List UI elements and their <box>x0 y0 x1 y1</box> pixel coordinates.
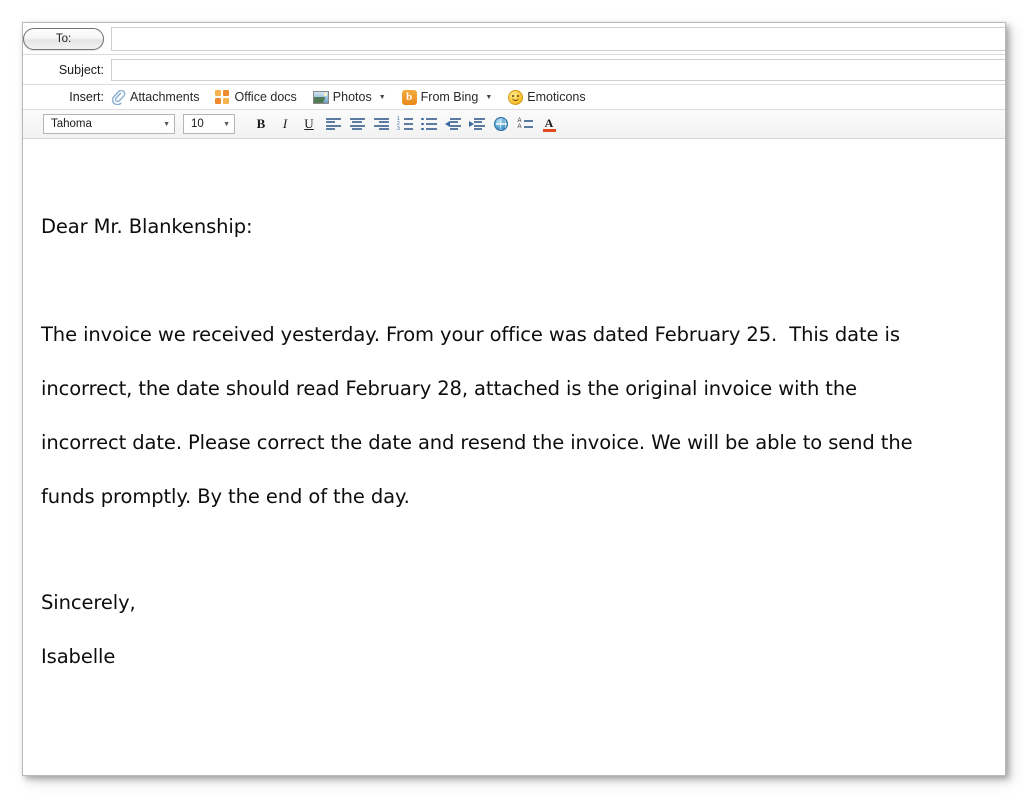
body-salutation: Dear Mr. Blankenship: <box>41 200 975 254</box>
align-left-icon <box>326 118 341 130</box>
body-closing: Sincerely, <box>41 576 975 630</box>
increase-indent-icon <box>469 118 485 130</box>
insert-office-docs-button[interactable]: Office docs <box>215 90 296 104</box>
bold-button[interactable]: B <box>249 113 273 135</box>
chevron-down-icon: ▼ <box>223 121 230 128</box>
insert-emoticons-button[interactable]: Emoticons <box>508 90 585 105</box>
insert-photos-button[interactable]: Photos ▼ <box>313 91 386 104</box>
subject-label-cell: Subject: <box>23 63 111 77</box>
list-marker: 3 <box>397 127 402 132</box>
insert-attachments-button[interactable]: Attachments <box>111 90 199 105</box>
font-color-swatch <box>543 129 556 132</box>
body-paragraph-line: incorrect, the date should read February… <box>41 362 975 416</box>
photos-icon <box>313 91 329 104</box>
insert-row: Insert: Attachments Office docs Photos ▼ <box>23 85 1005 110</box>
text-direction-button[interactable]: A A <box>513 113 537 135</box>
align-center-icon <box>350 118 365 130</box>
message-body-editor[interactable]: Dear Mr. Blankenship: The invoice we rec… <box>23 140 1005 775</box>
font-size-select[interactable]: 10 ▼ <box>183 114 235 134</box>
italic-button[interactable]: I <box>273 113 297 135</box>
text-direction-icon: A A <box>518 118 533 130</box>
to-row: To: <box>23 23 1005 55</box>
subject-label: Subject: <box>59 63 104 77</box>
align-left-button[interactable] <box>321 113 345 135</box>
format-toolbar: Tahoma ▼ 10 ▼ B I U 1 2 <box>23 110 1005 139</box>
insert-office-docs-label: Office docs <box>234 91 296 104</box>
font-family-value: Tahoma <box>51 118 92 130</box>
underline-button[interactable]: U <box>297 113 321 135</box>
increase-indent-button[interactable] <box>465 113 489 135</box>
hyperlink-button[interactable] <box>489 113 513 135</box>
insert-attachments-label: Attachments <box>130 91 199 104</box>
subject-row: Subject: <box>23 55 1005 85</box>
numbered-list-icon: 1 2 3 <box>397 118 413 130</box>
az-bottom-letter: A <box>518 124 522 130</box>
decrease-indent-icon <box>445 118 461 130</box>
align-right-button[interactable] <box>369 113 393 135</box>
body-blank-line <box>41 524 975 576</box>
insert-photos-label: Photos <box>333 91 372 104</box>
align-center-button[interactable] <box>345 113 369 135</box>
office-docs-icon <box>215 90 230 104</box>
font-color-button[interactable]: A <box>537 113 561 135</box>
emoticons-icon <box>508 90 523 105</box>
chevron-down-icon[interactable]: ▼ <box>485 94 492 101</box>
body-paragraph-line: incorrect date. Please correct the date … <box>41 416 975 470</box>
insert-from-bing-button[interactable]: b From Bing ▼ <box>402 90 493 105</box>
font-size-value: 10 <box>191 118 204 130</box>
email-compose-window: To: Subject: Insert: Attachments <box>22 22 1006 776</box>
globe-icon <box>494 117 508 131</box>
body-signature: Isabelle <box>41 630 975 684</box>
bing-icon: b <box>402 90 417 105</box>
to-button[interactable]: To: <box>23 28 104 50</box>
font-color-letter: A <box>545 118 554 128</box>
insert-label: Insert: <box>23 90 111 104</box>
subject-input[interactable] <box>111 59 1005 81</box>
decrease-indent-button[interactable] <box>441 113 465 135</box>
font-family-select[interactable]: Tahoma ▼ <box>43 114 175 134</box>
paperclip-icon <box>111 90 126 105</box>
to-label-cell: To: <box>23 28 111 50</box>
to-input[interactable] <box>111 27 1005 51</box>
bulleted-list-icon <box>421 118 437 130</box>
numbered-list-button[interactable]: 1 2 3 <box>393 113 417 135</box>
body-blank-line <box>41 254 975 308</box>
body-paragraph-line: funds promptly. By the end of the day. <box>41 470 975 524</box>
insert-from-bing-label: From Bing <box>421 91 479 104</box>
bulleted-list-button[interactable] <box>417 113 441 135</box>
screenshot-root: To: Subject: Insert: Attachments <box>0 0 1024 796</box>
align-right-icon <box>374 118 389 130</box>
body-paragraph-line: The invoice we received yesterday. From … <box>41 308 975 362</box>
chevron-down-icon[interactable]: ▼ <box>379 94 386 101</box>
chevron-down-icon: ▼ <box>163 121 170 128</box>
insert-emoticons-label: Emoticons <box>527 91 585 104</box>
font-color-icon: A <box>542 117 557 132</box>
